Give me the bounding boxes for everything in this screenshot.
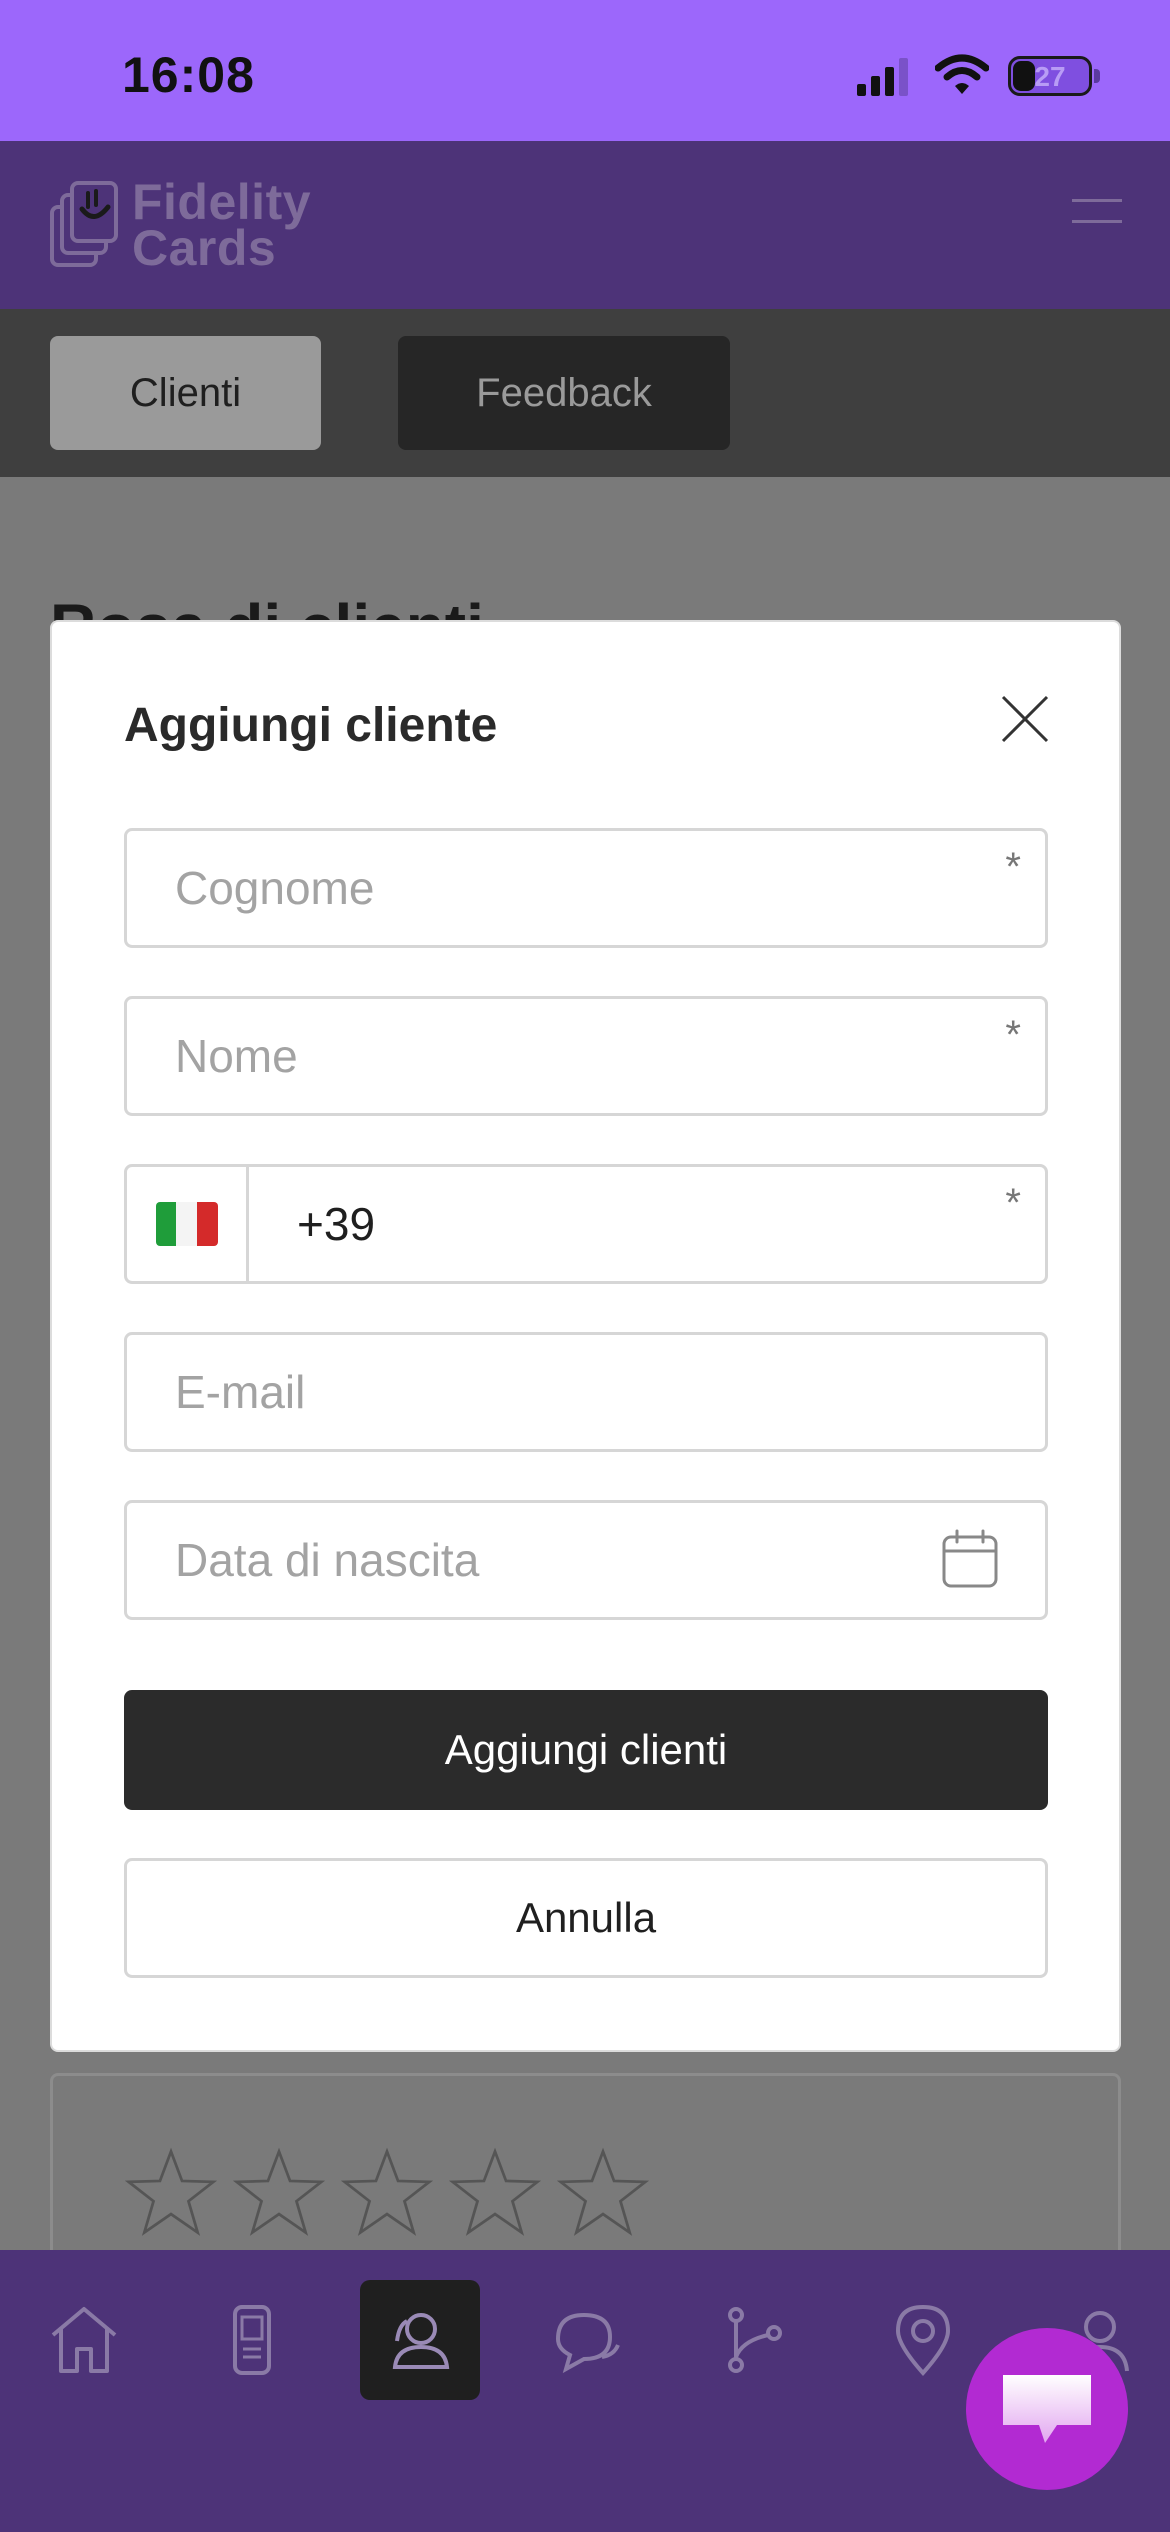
- logo-text: Fidelity Cards: [132, 174, 312, 276]
- app-header: Fidelity Cards: [0, 141, 1170, 309]
- country-selector[interactable]: [127, 1167, 249, 1281]
- nav-location[interactable]: [863, 2280, 983, 2400]
- email-input[interactable]: [175, 1335, 975, 1449]
- star-icon[interactable]: [341, 2146, 433, 2238]
- tab-clienti[interactable]: Clienti: [50, 336, 321, 450]
- home-icon: [51, 2307, 117, 2373]
- nav-clients[interactable]: [360, 2280, 480, 2400]
- modal-title: Aggiungi cliente: [124, 699, 498, 752]
- required-mark: *: [1005, 1013, 1021, 1057]
- star-icon[interactable]: [557, 2146, 649, 2238]
- name-input[interactable]: [175, 999, 975, 1113]
- chat-icon: [555, 2312, 620, 2374]
- birthdate-field: [124, 1500, 1048, 1620]
- tab-feedback[interactable]: Feedback: [398, 336, 730, 450]
- status-time: 16:08: [122, 47, 255, 103]
- flow-icon: [728, 2307, 782, 2373]
- name-field: *: [124, 996, 1048, 1116]
- signal-icon: [857, 58, 908, 96]
- logo-line1: Fidelity: [132, 174, 312, 230]
- star-icon[interactable]: [125, 2146, 217, 2238]
- wifi-icon: [935, 54, 989, 94]
- logo-cards-icon: [50, 181, 118, 267]
- device-icon: [233, 2305, 271, 2375]
- surname-input[interactable]: [175, 831, 975, 945]
- clients-icon: [392, 2313, 450, 2369]
- star-icon[interactable]: [233, 2146, 325, 2238]
- star-icon[interactable]: [449, 2146, 541, 2238]
- logo-line2: Cards: [132, 220, 277, 276]
- nav-chat[interactable]: [527, 2280, 647, 2400]
- close-icon[interactable]: [1000, 694, 1050, 744]
- nav-device[interactable]: [192, 2280, 312, 2400]
- add-clients-button[interactable]: Aggiungi clienti: [124, 1690, 1048, 1810]
- email-field: [124, 1332, 1048, 1452]
- phone-field: *: [124, 1164, 1048, 1284]
- calendar-icon[interactable]: [941, 1529, 999, 1589]
- nav-home[interactable]: [24, 2280, 144, 2400]
- required-mark: *: [1005, 845, 1021, 889]
- battery-icon: 27: [1008, 56, 1092, 96]
- italy-flag-icon: [155, 1202, 218, 1246]
- battery-level: 27: [1034, 61, 1066, 92]
- star-rating: [125, 2146, 649, 2238]
- surname-field: *: [124, 828, 1048, 948]
- birthdate-input[interactable]: [175, 1503, 975, 1617]
- nav-flow[interactable]: [695, 2280, 815, 2400]
- cancel-button[interactable]: Annulla: [124, 1858, 1048, 1978]
- tab-strip: Clienti Feedback: [0, 309, 1170, 477]
- status-bar: 16:08 27: [0, 0, 1170, 141]
- phone-input[interactable]: [297, 1167, 947, 1281]
- required-mark: *: [1005, 1181, 1021, 1225]
- add-client-modal: Aggiungi cliente * * * Aggiungi client: [50, 620, 1121, 2052]
- chat-support-button[interactable]: [966, 2328, 1128, 2490]
- message-icon: [1003, 2375, 1091, 2443]
- hamburger-menu-icon[interactable]: [1072, 199, 1122, 249]
- location-icon: [895, 2304, 951, 2377]
